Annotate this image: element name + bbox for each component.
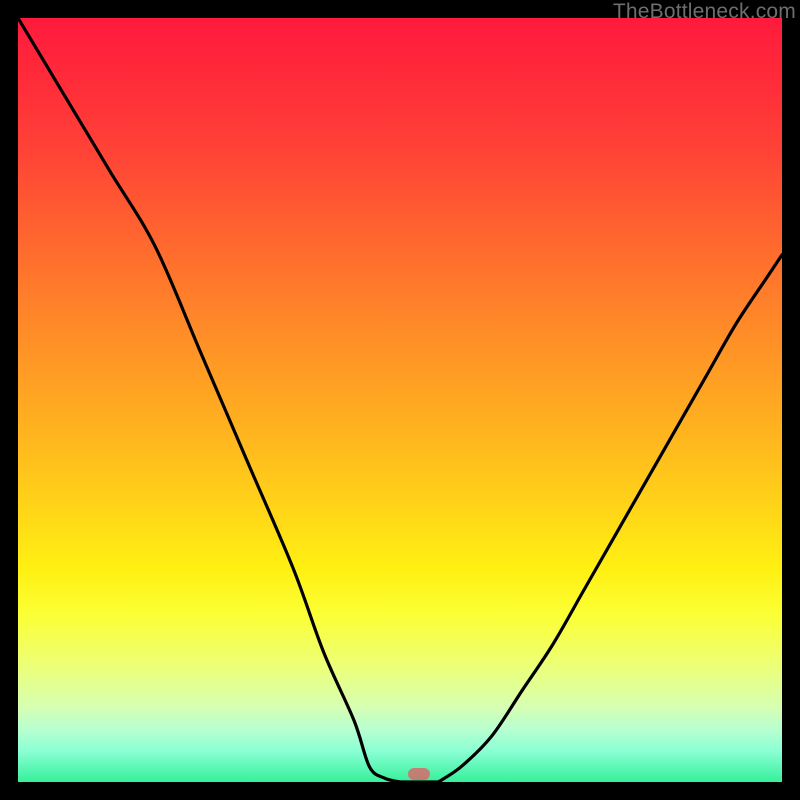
plot-area: [18, 18, 782, 782]
bottleneck-curve: [18, 18, 782, 782]
chart-frame: TheBottleneck.com: [0, 0, 800, 800]
curve-path: [18, 18, 782, 782]
optimum-marker: [408, 768, 430, 780]
